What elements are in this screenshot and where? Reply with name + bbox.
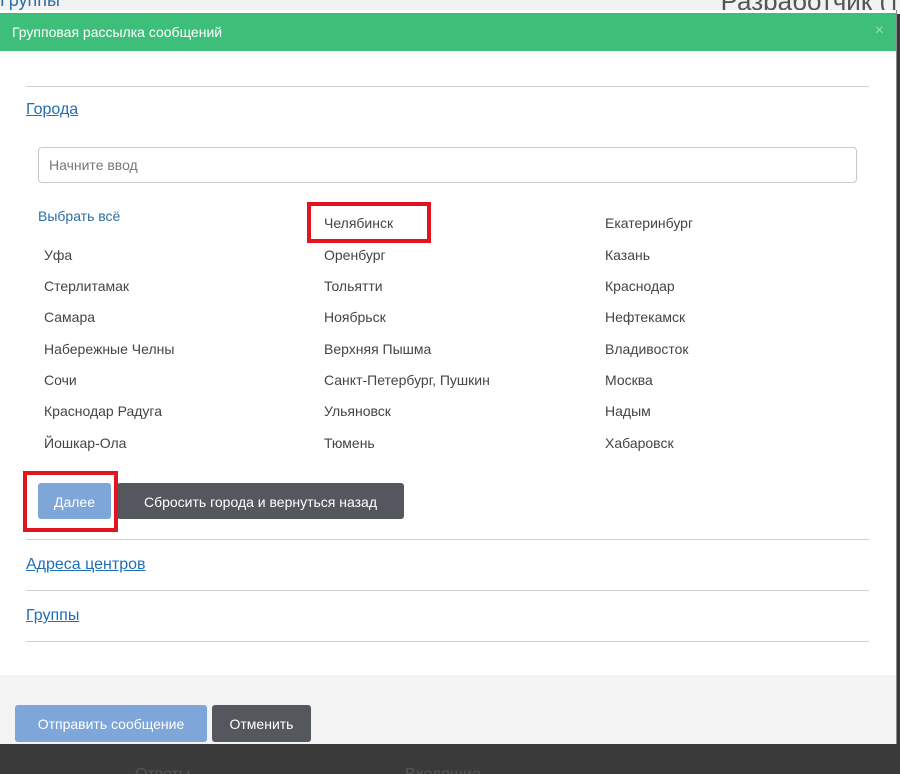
city-option[interactable]: Хабаровск	[605, 435, 674, 451]
city-option[interactable]: Санкт-Петербург, Пушкин	[324, 372, 490, 388]
city-option[interactable]: Оренбург	[324, 247, 386, 263]
city-option[interactable]: Стерлитамак	[44, 278, 129, 294]
background-text-bottom-right: Входящие	[405, 766, 481, 774]
city-option[interactable]: Самара	[44, 309, 95, 325]
city-option[interactable]: Владивосток	[605, 341, 689, 357]
city-option[interactable]: Москва	[605, 372, 653, 388]
addresses-section-link[interactable]: Адреса центров	[26, 556, 146, 574]
city-option[interactable]: Казань	[605, 247, 650, 263]
modal-title: Групповая рассылка сообщений	[12, 24, 223, 40]
city-option[interactable]: Йошкар-Ола	[44, 435, 126, 451]
city-option[interactable]: Краснодар	[605, 278, 675, 294]
city-option[interactable]: Сочи	[44, 372, 77, 388]
modal-footer: Отправить сообщение Отменить	[0, 675, 896, 744]
next-button-highlight	[23, 471, 118, 532]
modal-header: Групповая рассылка сообщений ×	[0, 13, 896, 51]
cancel-button[interactable]: Отменить	[212, 705, 311, 742]
city-option[interactable]: Набережные Челны	[44, 341, 174, 357]
city-option[interactable]: Тольятти	[324, 278, 383, 294]
background-text-bottom-left: Ответы	[135, 766, 190, 774]
reset-cities-button[interactable]: Сбросить города и вернуться назад	[117, 483, 404, 519]
city-option[interactable]: Ульяновск	[324, 403, 391, 419]
send-message-button[interactable]: Отправить сообщение	[15, 705, 207, 742]
city-option[interactable]: Тюмень	[324, 435, 375, 451]
selected-city-highlight	[307, 202, 431, 243]
broadcast-modal: Групповая рассылка сообщений × Города Вы…	[0, 10, 897, 744]
city-option[interactable]: Уфа	[44, 247, 72, 263]
city-option[interactable]: Ноябрьск	[324, 309, 386, 325]
city-option[interactable]: Краснодар Радуга	[44, 403, 162, 419]
select-all-link[interactable]: Выбрать всё	[38, 208, 120, 224]
city-option[interactable]: Екатеринбург	[605, 215, 693, 231]
divider-groups	[26, 641, 869, 642]
city-search-input[interactable]	[38, 147, 857, 183]
close-icon[interactable]: ×	[875, 22, 884, 40]
city-option[interactable]: Верхняя Пышма	[324, 341, 431, 357]
city-option[interactable]: Нефтекамск	[605, 309, 685, 325]
cities-section-link[interactable]: Города	[26, 101, 78, 119]
city-option[interactable]: Надым	[605, 403, 651, 419]
divider-top	[26, 86, 869, 87]
groups-section-link[interactable]: Группы	[26, 607, 79, 625]
divider-addresses	[26, 590, 869, 591]
divider-cities	[26, 539, 869, 540]
background-page-bottom: Ответы Входящие	[0, 744, 900, 774]
